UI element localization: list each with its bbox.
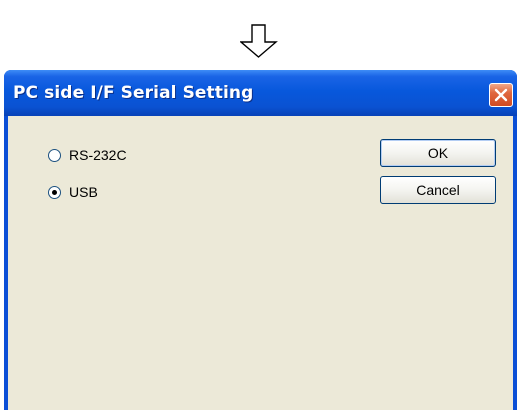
radio-usb[interactable] — [48, 185, 61, 199]
option-rs232c[interactable]: RS-232C — [48, 147, 127, 163]
dialog-content: RS-232C USB OK Cancel — [8, 116, 513, 410]
close-icon — [494, 88, 508, 102]
ok-button[interactable]: OK — [380, 139, 496, 167]
close-button[interactable] — [489, 83, 513, 107]
radio-rs232c[interactable] — [48, 148, 61, 162]
cancel-button[interactable]: Cancel — [380, 176, 496, 204]
serial-setting-dialog: PC side I/F Serial Setting RS-232C USB O… — [4, 70, 517, 410]
title-bar: PC side I/F Serial Setting — [4, 70, 517, 116]
option-label-rs232c: RS-232C — [69, 147, 127, 163]
option-label-usb: USB — [69, 184, 98, 200]
dialog-title: PC side I/F Serial Setting — [13, 83, 254, 103]
down-arrow-icon — [240, 24, 278, 58]
option-usb[interactable]: USB — [48, 184, 98, 200]
